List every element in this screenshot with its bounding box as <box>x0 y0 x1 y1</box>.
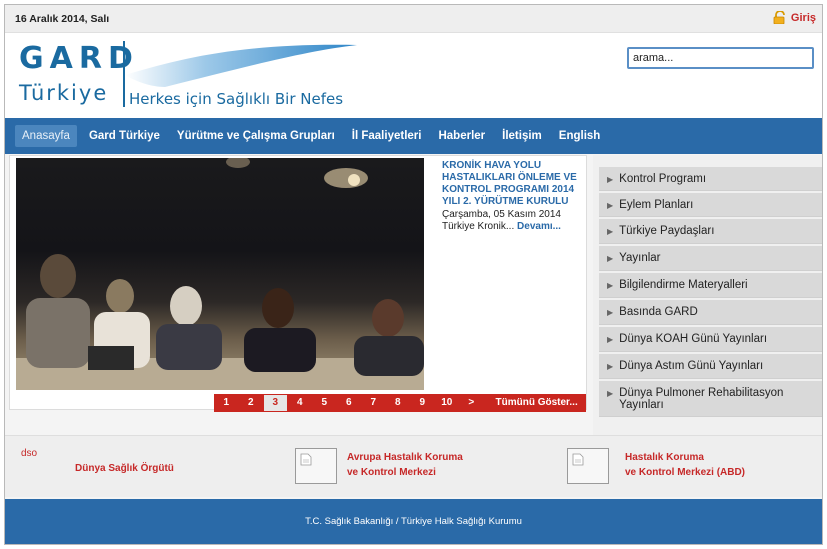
side-menu-basinda-gard[interactable]: ▶ Basında GARD <box>599 300 822 325</box>
logo-divider <box>123 41 125 107</box>
page-button-2[interactable]: 2 <box>239 394 264 412</box>
partner-link-cdc[interactable]: Hastalık Koruma ve Kontrol Merkezi (ABD) <box>625 450 745 480</box>
nav-item-il-faaliyetleri[interactable]: İl Faaliyetleri <box>352 125 422 147</box>
ecdc-line-2: ve Kontrol Merkezi <box>347 467 436 478</box>
nav-item-anasayfa[interactable]: Anasayfa <box>15 125 77 147</box>
main-nav: Anasayfa Gard Türkiye Yürütme ve Çalışma… <box>5 118 822 154</box>
partner-links: dso Dünya Sağlık Örgütü Avrupa Hastalık … <box>5 435 822 497</box>
side-menu-paydaslar[interactable]: ▶ Türkiye Paydaşları <box>599 219 822 244</box>
nav-item-haberler[interactable]: Haberler <box>438 125 485 147</box>
side-menu-label: Dünya Pulmoner Rehabilitasyon Yayınları <box>619 387 784 411</box>
chevron-right-icon: ▶ <box>607 201 614 210</box>
slide-title[interactable]: KRONİK HAVA YOLU HASTALIKLARI ÖNLEME VE … <box>442 160 582 208</box>
chevron-right-icon: ▶ <box>607 175 614 184</box>
read-more-link[interactable]: Devamı... <box>517 221 561 232</box>
logo-gard: GARD <box>19 41 139 76</box>
chevron-right-icon: ▶ <box>607 362 614 371</box>
side-menu-pulmoner-rehabilitasyon[interactable]: ▶ Dünya Pulmoner Rehabilitasyon Yayınlar… <box>599 381 822 417</box>
side-menu-eylem-planlari[interactable]: ▶ Eylem Planları <box>599 193 822 217</box>
page-button-5[interactable]: 5 <box>312 394 337 412</box>
ecdc-logo-placeholder[interactable] <box>295 448 337 484</box>
chevron-right-icon: ▶ <box>607 335 614 344</box>
nav-item-iletisim[interactable]: İletişim <box>502 125 542 147</box>
side-menu-label: Yayınlar <box>619 252 661 264</box>
side-menu-label: Dünya KOAH Günü Yayınları <box>619 333 768 345</box>
chevron-right-icon: ▶ <box>607 281 614 290</box>
nav-item-english[interactable]: English <box>559 125 601 147</box>
partner-link-ecdc[interactable]: Avrupa Hastalık Koruma ve Kontrol Merkez… <box>347 450 463 480</box>
side-menu-astim-gunu[interactable]: ▶ Dünya Astım Günü Yayınları <box>599 354 822 379</box>
page-button-3[interactable]: 3 <box>263 394 288 412</box>
logo-turkiye: Türkiye <box>19 81 109 105</box>
slide-date: Çarşamba, 05 Kasım 2014 <box>442 209 561 220</box>
logo-slogan: Herkes için Sağlıklı Bir Nefes <box>129 90 344 108</box>
side-menu-label: Kontrol Programı <box>619 173 707 185</box>
page-button-10[interactable]: 10 <box>435 394 460 412</box>
slide-summary: Türkiye Kronik... <box>442 221 515 232</box>
broken-image-icon <box>300 453 312 466</box>
chevron-right-icon: ▶ <box>607 254 614 263</box>
side-menu-kontrol-programi[interactable]: ▶ Kontrol Programı <box>599 167 822 191</box>
logo-wave-graphic <box>125 44 357 87</box>
side-menu-label: Dünya Astım Günü Yayınları <box>619 360 764 372</box>
slide-pager: 1 2 3 4 5 6 7 8 9 10 > Tümünü Göster... <box>214 394 586 412</box>
footer-text: T.C. Sağlık Bakanlığı / Türkiye Halk Sağ… <box>305 516 522 527</box>
side-menu-label: Eylem Planları <box>619 199 694 211</box>
cdc-line-2: ve Kontrol Merkezi (ABD) <box>625 467 746 478</box>
dso-image-alt: dso <box>21 448 38 459</box>
chevron-right-icon: ▶ <box>607 389 614 398</box>
side-menu-label: Bilgilendirme Materyalleri <box>619 279 748 291</box>
next-page-button[interactable]: > <box>459 394 484 412</box>
broken-image-icon <box>572 453 584 466</box>
side-menu-yayinlar[interactable]: ▶ Yayınlar <box>599 246 822 271</box>
login-link[interactable]: Giriş <box>773 11 816 24</box>
page-button-9[interactable]: 9 <box>410 394 435 412</box>
side-menu-label: Basında GARD <box>619 306 698 318</box>
slide-photo[interactable] <box>16 158 424 390</box>
side-menu-label: Türkiye Paydaşları <box>619 225 715 237</box>
page-button-1[interactable]: 1 <box>214 394 239 412</box>
side-menu-koah-gunu[interactable]: ▶ Dünya KOAH Günü Yayınları <box>599 327 822 352</box>
slide-summary-line: Türkiye Kronik... Devamı... <box>442 221 582 233</box>
show-all-button[interactable]: Tümünü Göster... <box>484 394 586 412</box>
top-bar: 16 Aralık 2014, Salı Giriş <box>5 5 822 33</box>
site-footer: T.C. Sağlık Bakanlığı / Türkiye Halk Sağ… <box>5 499 822 544</box>
lock-icon <box>773 11 787 24</box>
current-date: 16 Aralık 2014, Salı <box>15 13 110 25</box>
login-label: Giriş <box>790 11 816 24</box>
nav-item-gard-turkiye[interactable]: Gard Türkiye <box>89 125 160 147</box>
page-frame: 16 Aralık 2014, Salı Giriş GARD Türkiye … <box>4 4 823 545</box>
cdc-logo-placeholder[interactable] <box>567 448 609 484</box>
page-button-7[interactable]: 7 <box>361 394 386 412</box>
side-menu-bilgilendirme[interactable]: ▶ Bilgilendirme Materyalleri <box>599 273 822 298</box>
site-header: GARD Türkiye Herkes için Sağlıklı Bir Ne… <box>5 33 822 119</box>
ecdc-line-1: Avrupa Hastalık Koruma <box>347 452 463 463</box>
page-button-8[interactable]: 8 <box>386 394 411 412</box>
nav-item-yurutme[interactable]: Yürütme ve Çalışma Grupları <box>177 125 335 147</box>
chevron-right-icon: ▶ <box>607 308 614 317</box>
slide-caption: KRONİK HAVA YOLU HASTALIKLARI ÖNLEME VE … <box>442 160 582 233</box>
side-menu: ▶ Kontrol Programı ▶ Eylem Planları ▶ Tü… <box>593 155 822 435</box>
partner-link-who[interactable]: Dünya Sağlık Örgütü <box>75 463 174 474</box>
news-slider: KRONİK HAVA YOLU HASTALIKLARI ÖNLEME VE … <box>9 155 587 412</box>
chevron-right-icon: ▶ <box>607 227 614 236</box>
page-button-6[interactable]: 6 <box>337 394 362 412</box>
search-input[interactable] <box>627 47 814 69</box>
page-button-4[interactable]: 4 <box>288 394 313 412</box>
cdc-line-1: Hastalık Koruma <box>625 452 704 463</box>
